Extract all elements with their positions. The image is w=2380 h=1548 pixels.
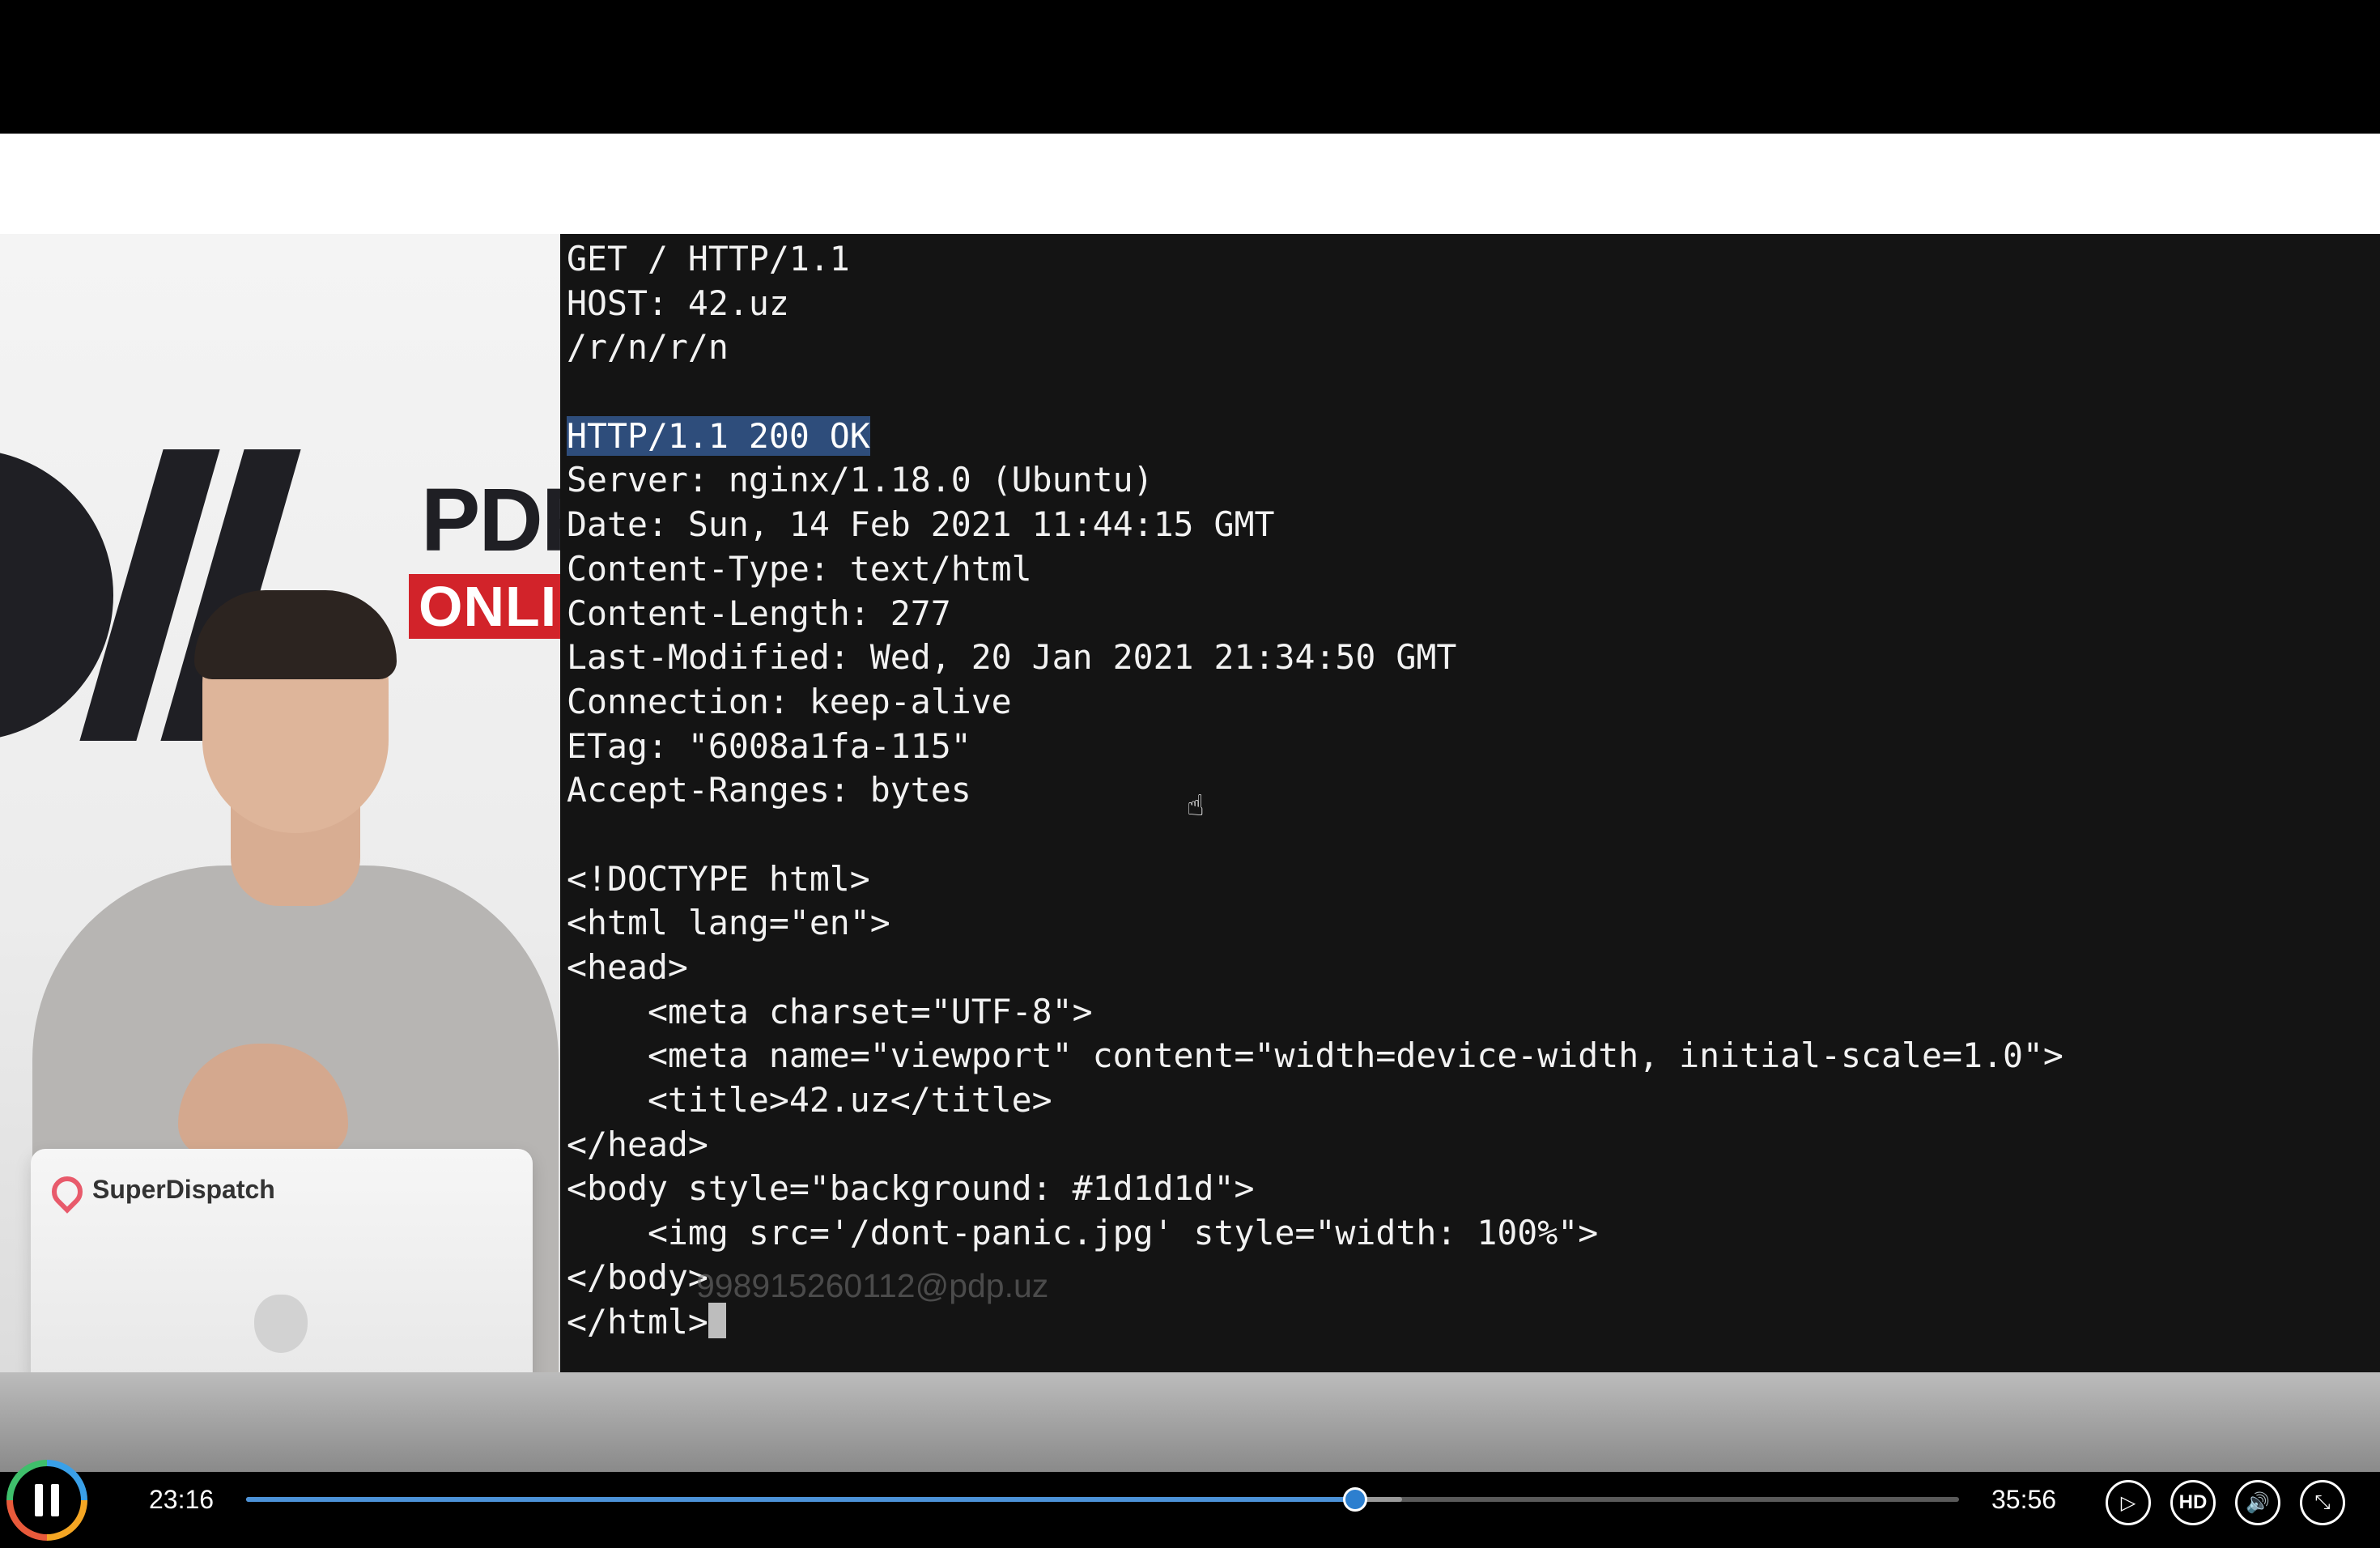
played-range [246,1497,1356,1502]
hd-quality-button[interactable]: HD [2170,1480,2216,1525]
terminal-line-text: <meta charset="UTF-8"> [567,991,1093,1031]
pause-icon [13,1466,81,1534]
terminal-line: GET / HTTP/1.1 [567,237,2063,282]
terminal-line: Content-Type: text/html [567,547,2063,592]
terminal-line-text: </body> [567,1257,708,1297]
terminal-line-text: GET / HTTP/1.1 [567,239,850,279]
terminal-line-text: <title>42.uz</title> [567,1080,1052,1121]
terminal-line: Last-Modified: Wed, 20 Jan 2021 21:34:50… [567,636,2063,680]
logo-online-text: ONLINE [409,574,560,639]
terminal-line-text: Content-Length: 277 [567,593,951,633]
terminal-line: <head> [567,946,2063,990]
video-top-band [0,134,2380,234]
presenter-video: PDP ONLINE SuperDispatch [0,234,560,1372]
terminal-line-text: <html lang="en"> [567,903,890,943]
terminal-line: <title>42.uz</title> [567,1078,2063,1123]
terminal-line-text: Accept-Ranges: bytes [567,770,971,810]
pause-button[interactable] [6,1460,87,1541]
seek-bar[interactable] [246,1487,1959,1512]
terminal-line: <meta name="viewport" content="width=dev… [567,1034,2063,1078]
laptop: SuperDispatch [31,1149,533,1372]
terminal-window[interactable]: GET / HTTP/1.1 HOST: 42.uz/r/n/r/n HTTP/1.… [560,234,2380,1372]
terminal-line-text: <!DOCTYPE html> [567,858,870,899]
terminal-line-text: Content-Type: text/html [567,548,1032,589]
speed-icon: ▷ [2120,1491,2136,1514]
terminal-line: </head> [567,1123,2063,1167]
speaker-icon: 🔊 [2246,1491,2270,1514]
terminal-line: <!DOCTYPE html> [567,857,2063,902]
hd-label: HD [2178,1491,2208,1513]
terminal-line-text: </html> [567,1301,708,1342]
location-pin-icon [45,1170,89,1214]
terminal-line: /r/n/r/n [567,325,2063,370]
hand-cursor-icon: ☝ [1187,789,1205,823]
terminal-line-text: <img src='/dont-panic.jpg' style="width:… [567,1213,1599,1253]
terminal-line-text: Connection: keep-alive [567,681,1012,721]
terminal-output: GET / HTTP/1.1 HOST: 42.uz/r/n/r/n HTTP/1.… [567,237,2063,1344]
terminal-line-text: <body style="background: #1d1d1d"> [567,1168,1255,1209]
terminal-line-text: Date: Sun, 14 Feb 2021 11:44:15 GMT [567,504,1275,545]
terminal-line: <img src='/dont-panic.jpg' style="width:… [567,1211,2063,1256]
terminal-line: Accept-Ranges: bytes [567,768,2063,813]
logo-pdp-text: PDP [421,470,560,570]
terminal-line: HTTP/1.1 200 OK [567,415,2063,459]
terminal-line-text: Server: nginx/1.18.0 (Ubuntu) [567,460,1154,500]
video-bottom-strip [0,1372,2380,1472]
video-frame[interactable]: PDP ONLINE SuperDispatch GET / HTTP/1.1H… [0,134,2380,1472]
terminal-line-text: <meta name="viewport" content="width=dev… [567,1036,2063,1076]
pause-icon-bar [51,1484,59,1516]
terminal-line-text: HTTP/1.1 200 OK [567,415,870,456]
terminal-line: Date: Sun, 14 Feb 2021 11:44:15 GMT [567,503,2063,547]
terminal-line-text: ETag: "6008a1fa-115" [567,725,971,766]
seek-handle[interactable] [1343,1487,1368,1512]
presenter-hair [194,590,397,679]
terminal-line: <meta charset="UTF-8"> [567,990,2063,1035]
watermark: 998915260112@pdp.uz [696,1267,1049,1304]
terminal-line: Content-Length: 277 [567,592,2063,636]
terminal-line-text: HOST: 42.uz [567,283,789,323]
pause-icon-bar [35,1484,43,1516]
terminal-line-text: </head> [567,1124,708,1164]
apple-logo-icon [254,1295,308,1353]
terminal-line: HOST: 42.uz [567,282,2063,326]
terminal-line-text: Last-Modified: Wed, 20 Jan 2021 21:34:50… [567,637,1457,678]
terminal-line-text: <head> [567,947,688,987]
exit-fullscreen-button[interactable]: ⤡ [2300,1480,2345,1525]
terminal-line: <html lang="en"> [567,901,2063,946]
terminal-line: Connection: keep-alive [567,680,2063,725]
volume-button[interactable]: 🔊 [2235,1480,2280,1525]
terminal-line: Server: nginx/1.18.0 (Ubuntu) [567,458,2063,503]
laptop-sticker-text: SuperDispatch [92,1175,275,1204]
exit-fullscreen-icon: ⤡ [2314,1491,2331,1513]
current-time: 23:16 [149,1485,215,1514]
terminal-line-text: /r/n/r/n [567,327,729,368]
top-letterbox [0,0,2380,134]
duration: 35:56 [1991,1485,2057,1514]
terminal-line: <body style="background: #1d1d1d"> [567,1167,2063,1211]
speed-button[interactable]: ▷ [2106,1480,2151,1525]
terminal-line: ETag: "6008a1fa-115" [567,725,2063,769]
